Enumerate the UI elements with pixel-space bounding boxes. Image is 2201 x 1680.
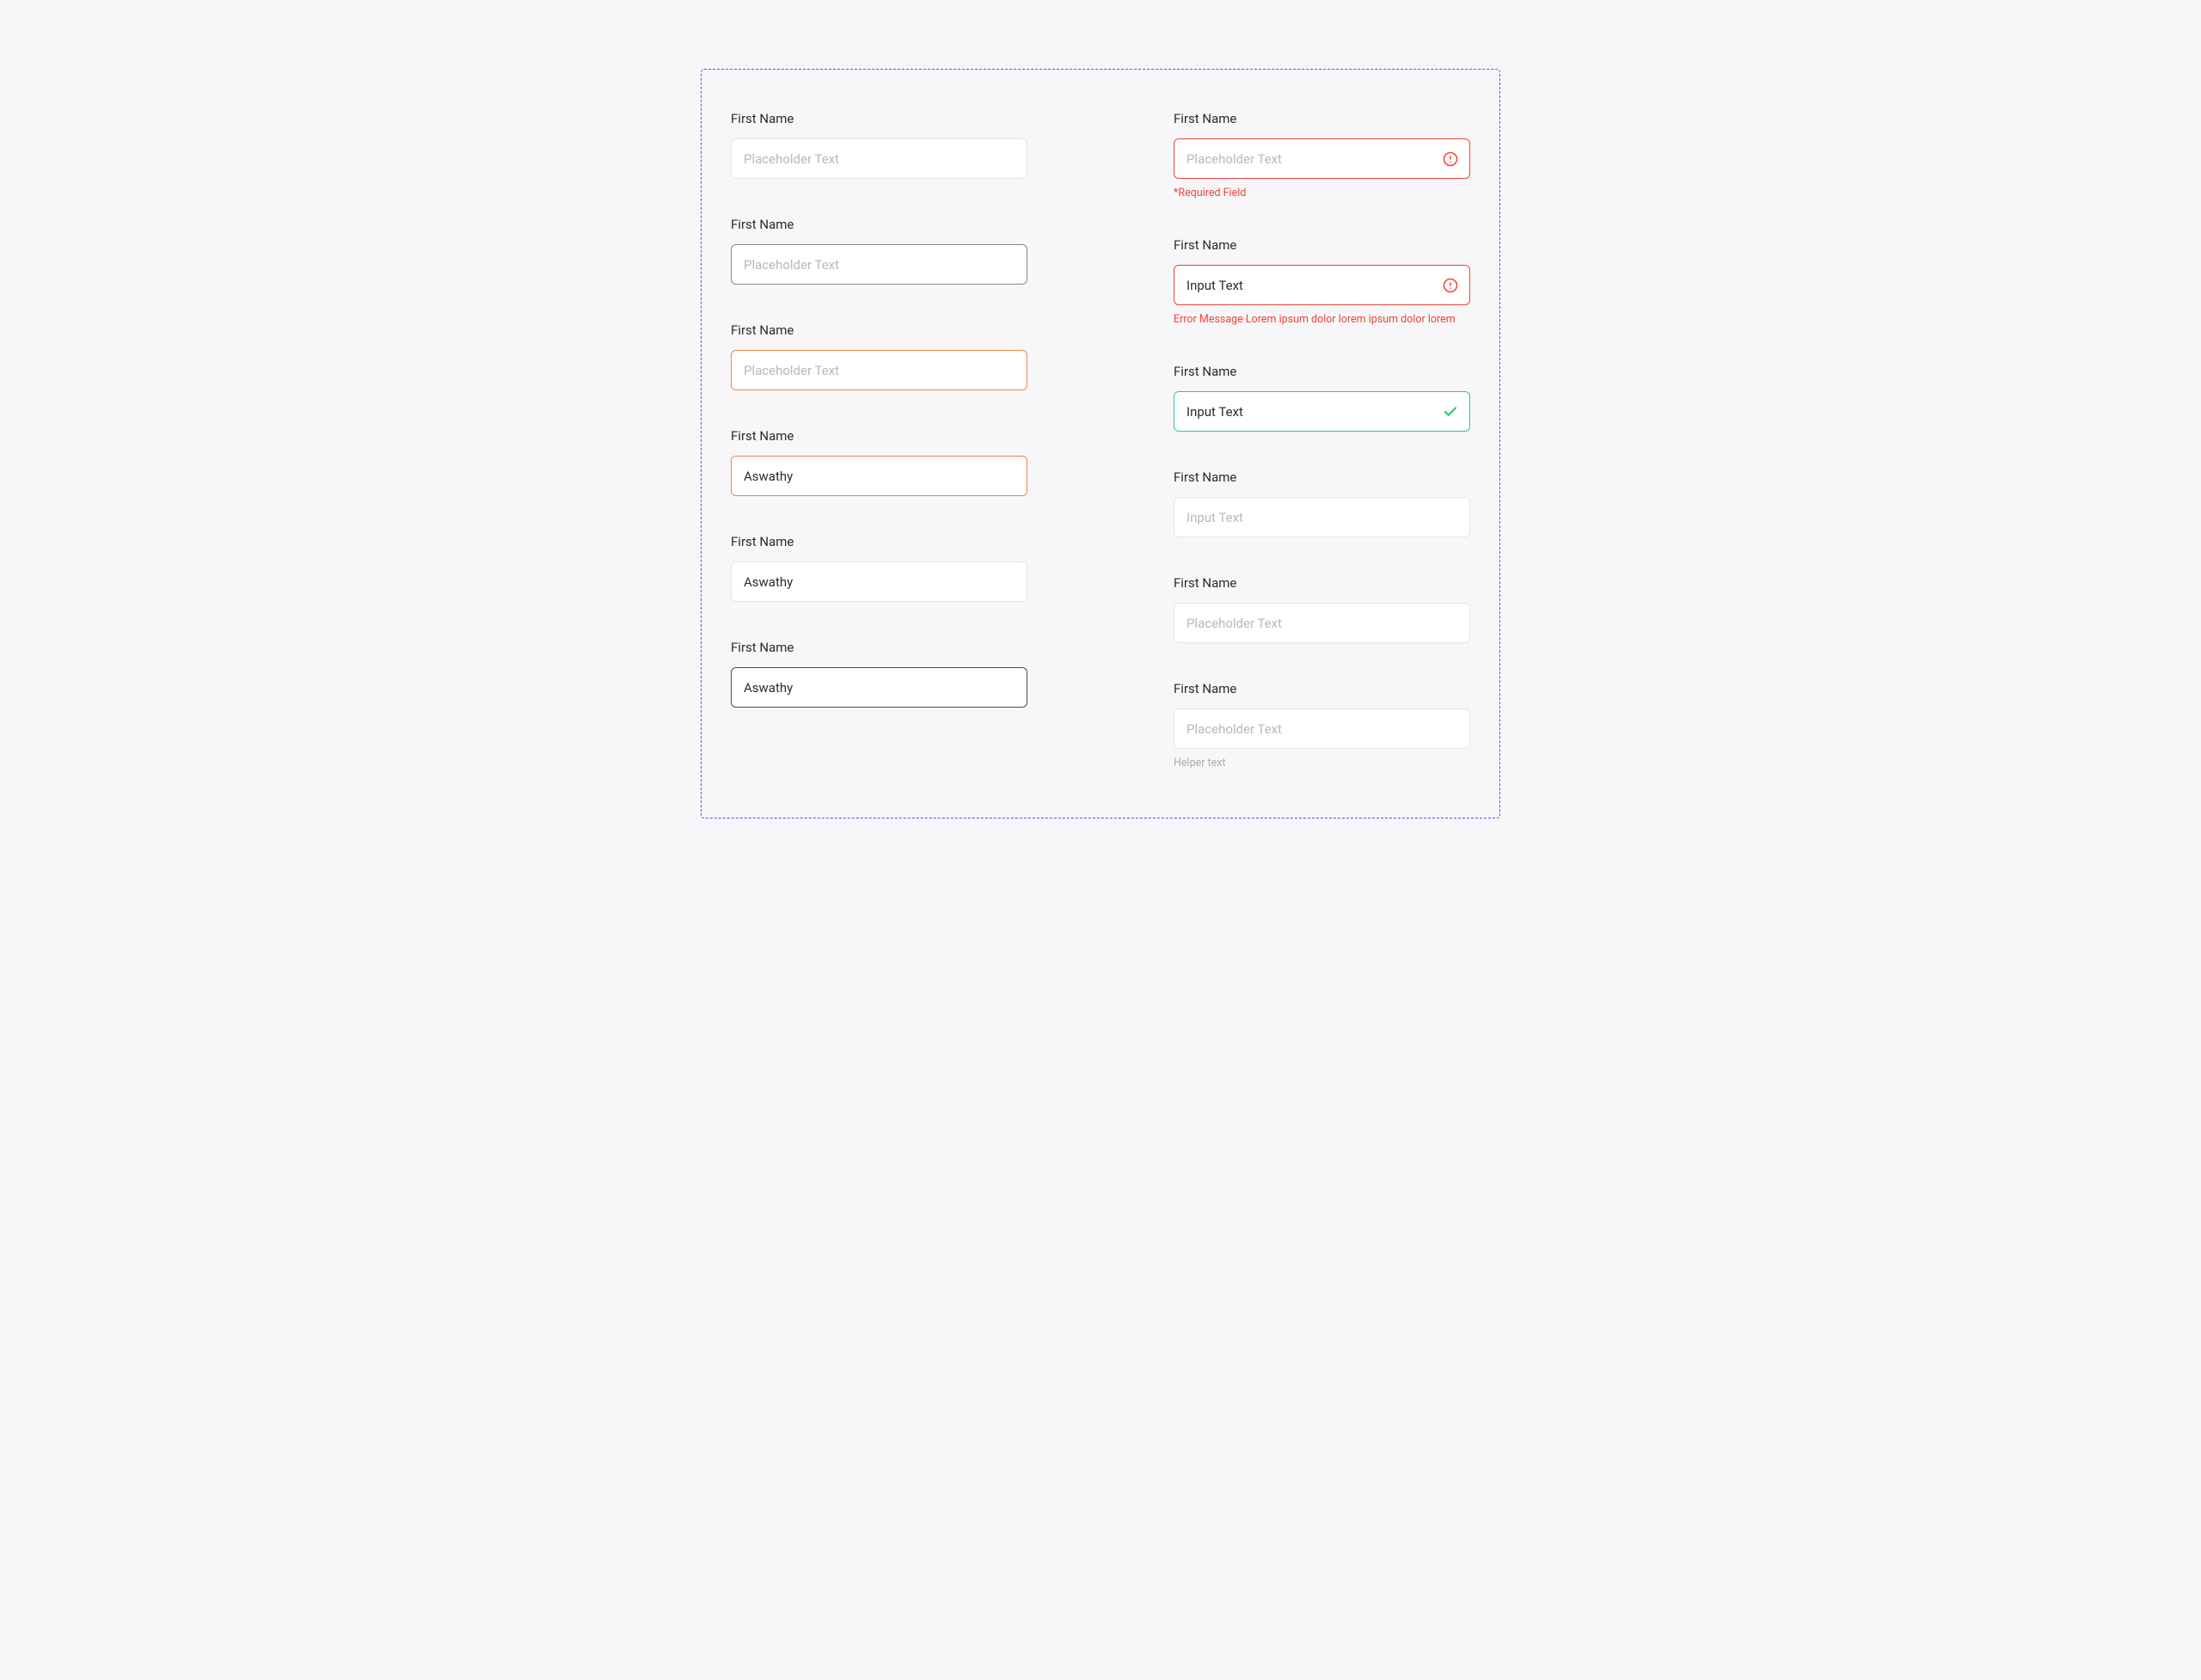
first-name-input[interactable]: Placeholder Text (1174, 138, 1470, 179)
first-name-input[interactable] (731, 561, 1027, 602)
first-name-input[interactable] (731, 456, 1027, 496)
field-label: First Name (731, 322, 1027, 338)
required-hint: *Required Field (1174, 187, 1470, 199)
first-name-input[interactable] (731, 138, 1027, 179)
field-label: First Name (1174, 111, 1470, 126)
field-disabled-value: First Name Input Text (1174, 469, 1470, 537)
first-name-input[interactable] (1174, 603, 1470, 643)
field-label: First Name (731, 217, 1027, 232)
input-wrap: Placeholder Text (1174, 138, 1470, 179)
check-icon (1443, 404, 1458, 420)
field-focus-filled: First Name (731, 428, 1027, 496)
left-column: First Name First Name First Name First N… (731, 111, 1027, 708)
input-wrap (1174, 708, 1470, 749)
field-helper-text: First Name Helper text (1174, 681, 1470, 769)
field-label: First Name (1174, 575, 1470, 591)
field-label: First Name (1174, 469, 1470, 485)
first-name-input[interactable] (731, 244, 1027, 285)
first-name-input[interactable] (1174, 708, 1470, 749)
first-name-input[interactable] (731, 667, 1027, 708)
input-wrap (731, 350, 1027, 390)
input-value: Input Text (1186, 510, 1243, 525)
placeholder-text: Placeholder Text (1186, 151, 1282, 167)
input-wrap: Input Text (1174, 265, 1470, 305)
field-error-message: First Name Input Text Error Message Lore… (1174, 237, 1470, 326)
input-wrap (731, 456, 1027, 496)
field-label: First Name (1174, 364, 1470, 379)
right-column: First Name Placeholder Text *Required Fi… (1174, 111, 1470, 769)
field-default: First Name (731, 111, 1027, 179)
field-required-error: First Name Placeholder Text *Required Fi… (1174, 111, 1470, 199)
alert-circle-icon (1443, 151, 1458, 167)
field-label: First Name (1174, 237, 1470, 253)
field-filled-default: First Name (731, 534, 1027, 602)
field-outlined-medium: First Name (731, 217, 1027, 285)
input-value: Input Text (1186, 404, 1243, 420)
field-default-placeholder: First Name (1174, 575, 1470, 643)
field-label: First Name (731, 111, 1027, 126)
input-wrap: Input Text (1174, 497, 1470, 537)
first-name-input-disabled: Input Text (1174, 497, 1470, 537)
first-name-input[interactable]: Input Text (1174, 391, 1470, 432)
input-value: Input Text (1186, 278, 1243, 293)
field-success: First Name Input Text (1174, 364, 1470, 432)
field-label: First Name (731, 534, 1027, 549)
input-wrap (731, 138, 1027, 179)
error-message: Error Message Lorem ipsum dolor lorem ip… (1174, 313, 1470, 326)
first-name-input[interactable] (731, 350, 1027, 390)
input-wrap (731, 244, 1027, 285)
form-field-states-frame: First Name First Name First Name First N… (701, 69, 1500, 819)
input-wrap (731, 667, 1027, 708)
input-wrap (731, 561, 1027, 602)
alert-circle-icon (1443, 278, 1458, 293)
helper-text: Helper text (1174, 757, 1470, 769)
field-filled-outlined: First Name (731, 640, 1027, 708)
input-wrap: Input Text (1174, 391, 1470, 432)
first-name-input[interactable]: Input Text (1174, 265, 1470, 305)
input-wrap (1174, 603, 1470, 643)
field-label: First Name (731, 640, 1027, 655)
field-focus-empty: First Name (731, 322, 1027, 390)
field-label: First Name (1174, 681, 1470, 696)
field-label: First Name (731, 428, 1027, 444)
